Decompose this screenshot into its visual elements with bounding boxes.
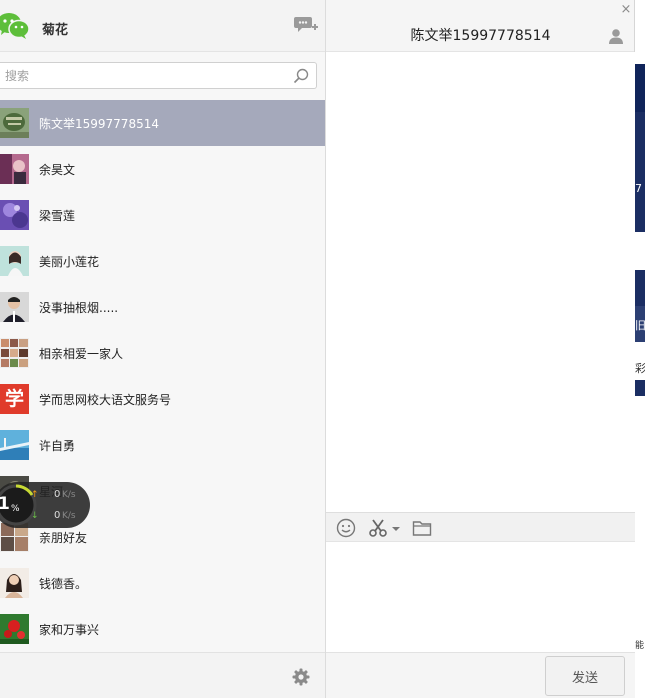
send-area: 发送: [326, 652, 635, 698]
avatar: [0, 430, 29, 460]
contact-name: 学而思网校大语文服务号: [39, 393, 172, 407]
chat-toolbar: [326, 512, 635, 542]
contact-name: 许自勇: [39, 439, 76, 453]
screenshot-scissors-icon[interactable]: [368, 518, 388, 538]
upload-row: ↑ 0 K/s: [31, 489, 76, 500]
network-percent-sign: %: [11, 504, 20, 514]
download-row: ↓ 0 K/s: [31, 510, 76, 521]
chat-title: 陈文举15997778514: [410, 28, 551, 44]
upload-speed: 0: [54, 489, 61, 500]
contact-name: 相亲相爱一家人: [39, 347, 124, 361]
bg-banner-5: [634, 380, 645, 396]
new-chat-icon[interactable]: [293, 14, 319, 36]
upload-unit: K/s: [62, 490, 76, 500]
contact-name: 亲朋好友: [39, 531, 88, 545]
contact-item[interactable]: 相亲相爱一家人: [0, 330, 325, 376]
chevron-down-icon[interactable]: [392, 518, 400, 538]
contact-item[interactable]: 美丽小莲花: [0, 238, 325, 284]
contact-name: 美丽小莲花: [39, 255, 100, 269]
bg-char: 能: [635, 641, 645, 651]
bg-char: 旧: [635, 319, 645, 332]
gear-icon[interactable]: [292, 668, 310, 686]
contact-item[interactable]: 陈文举15997778514: [0, 100, 325, 146]
network-percent: 1: [0, 494, 10, 514]
message-input[interactable]: [326, 542, 635, 652]
avatar: [0, 246, 29, 276]
avatar-text: 学: [4, 388, 24, 410]
avatar: [0, 292, 29, 322]
emoji-icon[interactable]: [336, 518, 356, 538]
close-button[interactable]: ×: [620, 3, 632, 16]
download-unit: K/s: [62, 511, 76, 521]
contact-item[interactable]: 钱德香。: [0, 560, 325, 606]
bg-banner-2: [634, 112, 645, 232]
avatar: [0, 614, 29, 644]
contact-name: 家和万事兴: [39, 623, 100, 637]
left-header: 菊花: [0, 0, 325, 52]
contact-item[interactable]: 家和万事兴: [0, 606, 325, 652]
search-box: [0, 62, 317, 89]
contact-item[interactable]: 许自勇: [0, 422, 325, 468]
contact-name: 陈文举15997778514: [39, 117, 159, 131]
contact-name: 没事抽根烟.....: [39, 301, 119, 315]
folder-icon[interactable]: [412, 518, 432, 538]
contact-item[interactable]: 余昊文: [0, 146, 325, 192]
avatar: [0, 108, 29, 138]
bg-banner-3: [634, 270, 645, 306]
contact-panel: 菊花 陈文举15997778514 余昊文: [0, 0, 326, 698]
contact-name: 钱德香。: [39, 577, 88, 591]
message-area: [326, 52, 635, 512]
send-button[interactable]: 发送: [545, 656, 625, 696]
contact-name: 余昊文: [39, 163, 76, 177]
contact-name: 梁雪莲: [39, 209, 76, 223]
message-input-area: [326, 542, 635, 652]
background-window: 7 旧 彩 能: [634, 0, 645, 698]
bg-char: 7: [635, 182, 642, 195]
download-speed: 0: [54, 510, 61, 521]
chat-panel: × 陈文举15997778514 发送: [326, 0, 635, 698]
username: 菊花: [42, 23, 69, 38]
wechat-logo-icon: [0, 13, 30, 39]
contact-list: 陈文举15997778514 余昊文 梁雪莲 美丽小莲花 没事抽根烟.....: [0, 100, 325, 652]
avatar: [0, 568, 29, 598]
avatar: [0, 338, 29, 368]
avatar: 学: [0, 384, 29, 414]
search-icon[interactable]: [293, 68, 309, 84]
search-input[interactable]: [0, 63, 280, 88]
contact-item[interactable]: 学 学而思网校大语文服务号: [0, 376, 325, 422]
left-footer: [0, 652, 325, 698]
contact-item[interactable]: 没事抽根烟.....: [0, 284, 325, 330]
bg-char: 彩: [635, 362, 645, 375]
avatar: [0, 154, 29, 184]
user-profile-icon[interactable]: [608, 28, 624, 44]
chat-header: × 陈文举15997778514: [326, 0, 634, 52]
contact-item[interactable]: 梁雪莲: [0, 192, 325, 238]
bg-banner-1: [634, 64, 645, 112]
upload-arrow-icon: ↑: [31, 490, 39, 500]
network-speed-widget[interactable]: 1 % ↑ 0 K/s ↓ 0 K/s: [0, 482, 90, 528]
download-arrow-icon: ↓: [31, 511, 39, 521]
avatar: [0, 200, 29, 230]
